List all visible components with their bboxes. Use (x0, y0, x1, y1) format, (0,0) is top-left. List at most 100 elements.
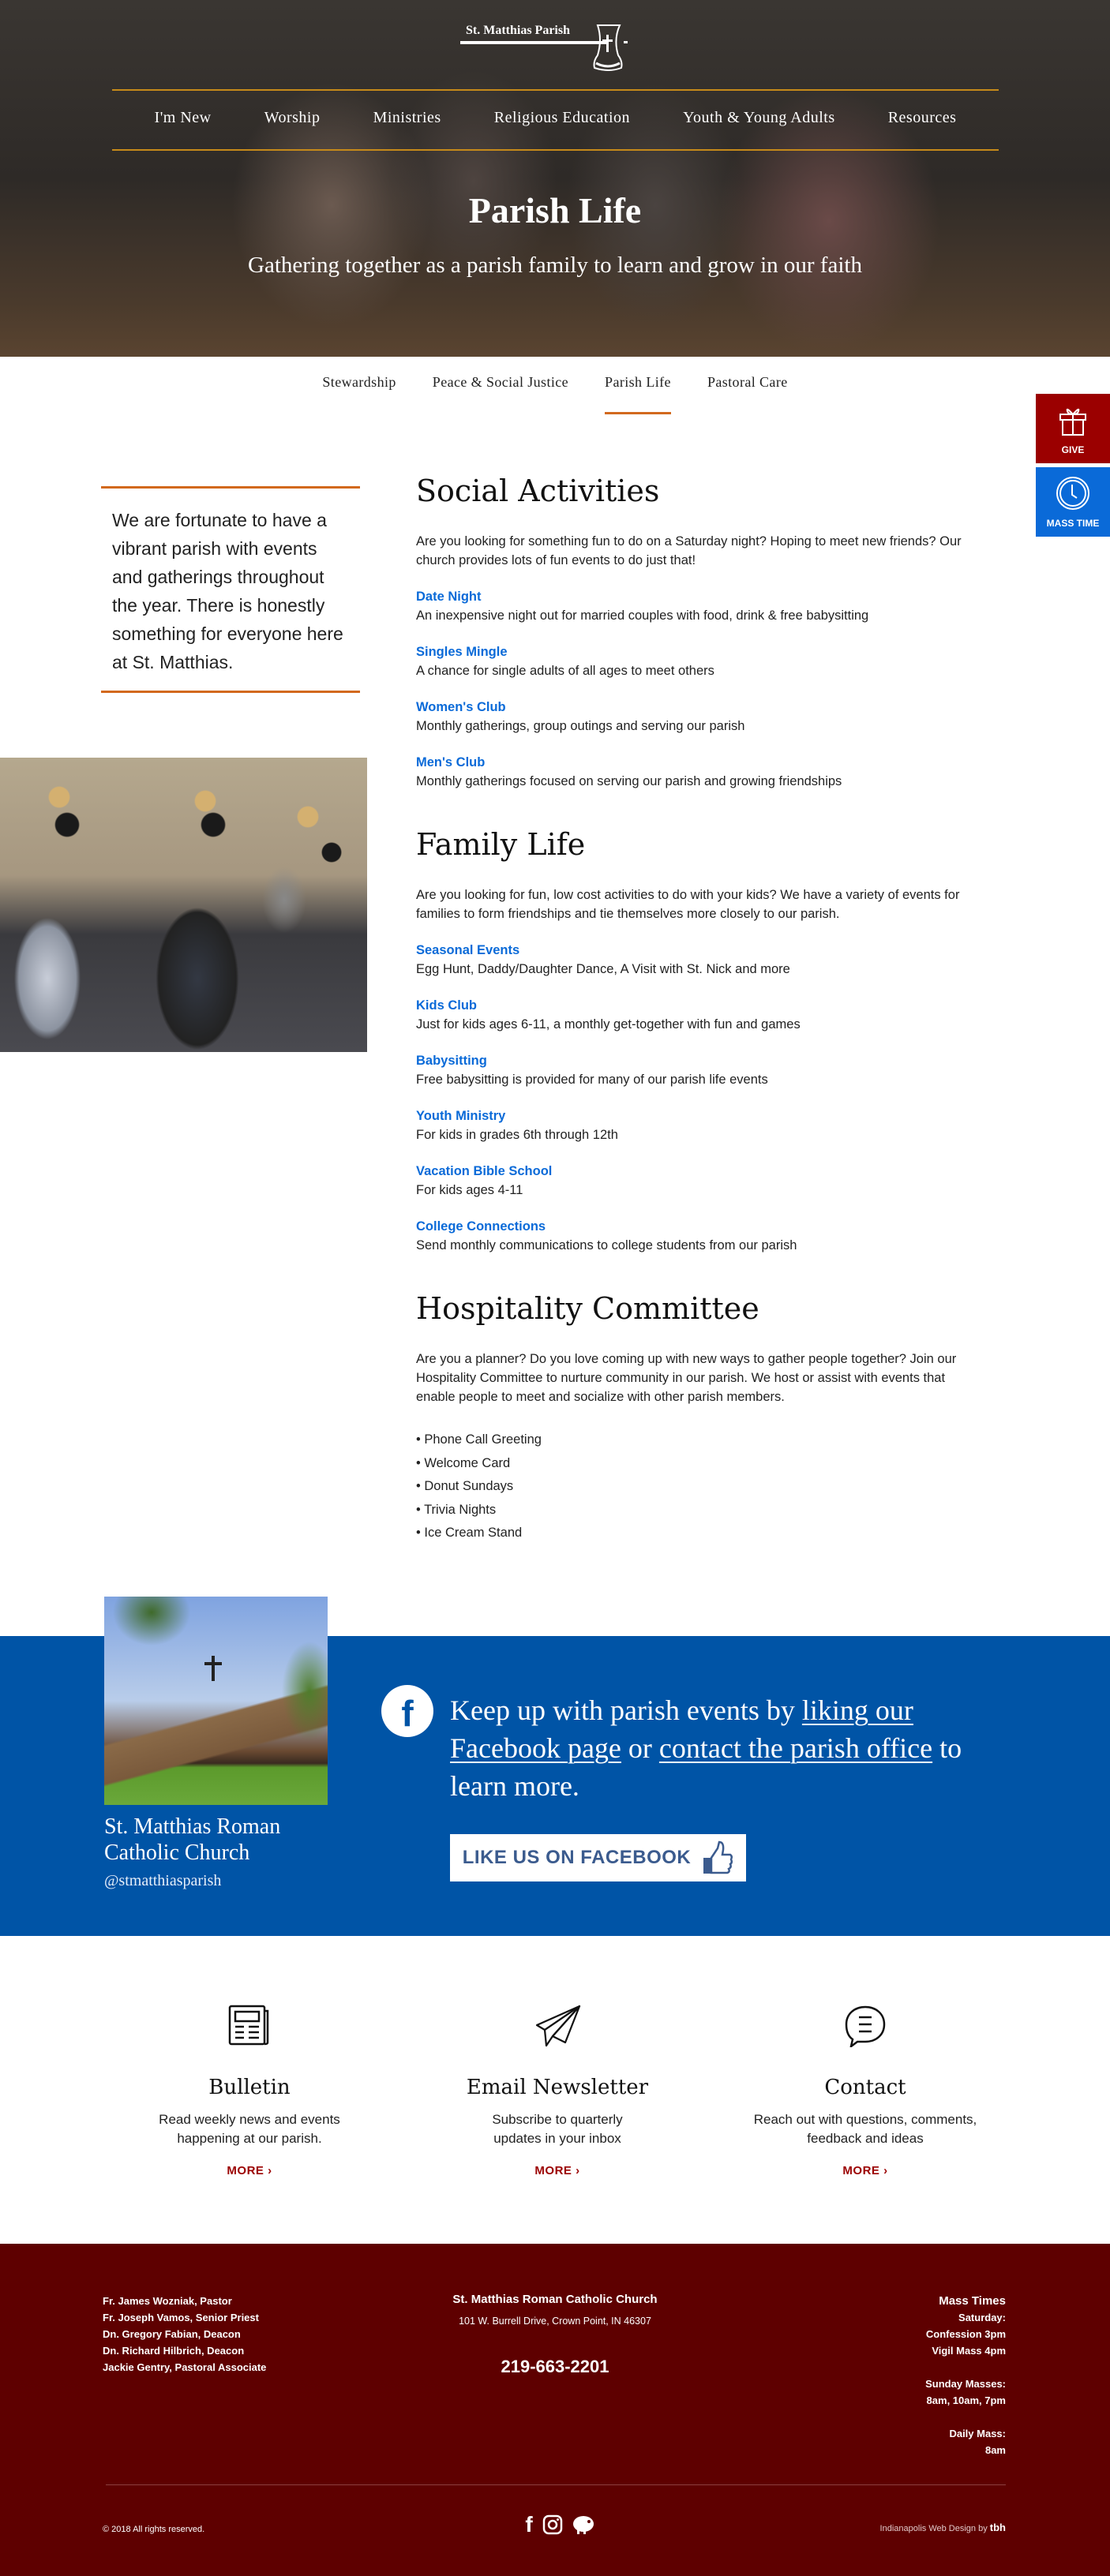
item-title[interactable]: Vacation Bible School (416, 1162, 984, 1181)
card-title: Email Newsletter (466, 2076, 649, 2099)
give-button[interactable]: GIVE (1036, 394, 1110, 463)
like-button-label: LIKE US ON FACEBOOK (462, 1847, 692, 1868)
footer-church-name: St. Matthias Roman Catholic Church (452, 2293, 658, 2306)
social-links: f (513, 2512, 608, 2537)
list-item: Seasonal Events Egg Hunt, Daddy/Daughter … (416, 941, 984, 979)
nav-religious-education[interactable]: Religious Education (494, 109, 630, 127)
mass-times: Mass Times Saturday: Confession 3pm Vigi… (925, 2293, 1006, 2458)
footer-address[interactable]: 101 W. Burrell Drive, Crown Point, IN 46… (397, 2316, 713, 2327)
facebook-cta-text: Keep up with parish events by liking our… (450, 1691, 1018, 1805)
item-title[interactable]: Singles Mingle (416, 642, 984, 661)
mass-line: Sunday Masses: (925, 2378, 1006, 2390)
like-us-on-facebook-button[interactable]: LIKE US ON FACEBOOK (450, 1834, 746, 1881)
footer-phone[interactable]: 219-663-2201 (397, 2357, 713, 2377)
copyright: © 2018 All rights reserved. (103, 2525, 205, 2534)
nav-bottom-line (112, 149, 999, 151)
staff-list: Fr. James Wozniak, Pastor Fr. Joseph Vam… (103, 2293, 266, 2376)
item-desc: Egg Hunt, Daddy/Daughter Dance, A Visit … (416, 962, 790, 976)
item-title[interactable]: Women's Club (416, 698, 984, 717)
card-desc: Subscribe to quarterly updates in your i… (492, 2112, 623, 2146)
instagram-icon[interactable] (542, 2514, 563, 2535)
nav-youth-young-adults[interactable]: Youth & Young Adults (683, 109, 835, 127)
subnav-parish-life[interactable]: Parish Life (605, 374, 671, 414)
church-cross (212, 1656, 215, 1681)
main-content: Social Activities Are you looking for so… (416, 474, 984, 1545)
flocknote-icon[interactable] (572, 2514, 596, 2535)
item-title[interactable]: Youth Ministry (416, 1106, 984, 1125)
subnav-stewardship[interactable]: Stewardship (322, 374, 396, 391)
item-title[interactable]: Kids Club (416, 996, 984, 1015)
facebook-icon: f (381, 1685, 433, 1737)
gift-icon (1059, 408, 1086, 436)
logo-shield-icon[interactable] (588, 24, 651, 73)
family-life-section: Family Life Are you looking for fun, low… (416, 827, 984, 1255)
contact-more-link[interactable]: MORE › (842, 2164, 887, 2177)
pull-quote: We are fortunate to have a vibrant paris… (101, 486, 360, 693)
item-title[interactable]: College Connections (416, 1217, 984, 1236)
logo-text[interactable]: St. Matthias Parish (466, 24, 570, 38)
thumbs-up-icon (703, 1840, 733, 1874)
footer-contact: St. Matthias Roman Catholic Church 101 W… (397, 2293, 713, 2377)
item-title[interactable]: Babysitting (416, 1051, 984, 1070)
main-nav: I'm New Worship Ministries Religious Edu… (112, 109, 999, 127)
subnav-peace-social-justice[interactable]: Peace & Social Justice (433, 374, 568, 391)
list-item: Vacation Bible School For kids ages 4-11 (416, 1162, 984, 1200)
email-newsletter-card: Email Newsletter Subscribe to quarterly … (403, 2005, 711, 2178)
list-item: Date Night An inexpensive night out for m… (416, 587, 984, 625)
item-title[interactable]: Men's Club (416, 753, 984, 772)
subnav-pastoral-care[interactable]: Pastoral Care (707, 374, 788, 391)
item-desc: An inexpensive night out for married cou… (416, 608, 869, 623)
page-title: Parish Life (468, 190, 642, 230)
newsletter-more-link[interactable]: MORE › (534, 2164, 579, 2177)
mass-line: Saturday: (958, 2312, 1006, 2323)
list-item: • Trivia Nights (416, 1502, 497, 1517)
newspaper-icon (228, 2005, 269, 2046)
clock-icon (1056, 477, 1089, 510)
footer-divider (106, 2484, 1006, 2485)
mass-time-button[interactable]: MASS TIME (1036, 467, 1110, 537)
church-name: St. Matthias Roman Catholic Church (104, 1814, 281, 1865)
item-desc: For kids in grades 6th through 12th (416, 1128, 618, 1142)
list-item: Babysitting Free babysitting is provided … (416, 1051, 984, 1089)
footer: Fr. James Wozniak, Pastor Fr. Joseph Vam… (0, 2244, 1110, 2576)
nav-resources[interactable]: Resources (888, 109, 957, 127)
contact-office-link[interactable]: contact the parish office (659, 1732, 932, 1764)
mass-line: Vigil Mass 4pm (932, 2345, 1006, 2357)
facebook-icon[interactable]: f (525, 2512, 532, 2537)
mass-times-title: Mass Times (939, 2294, 1006, 2308)
staff-member: Dn. Gregory Fabian, Deacon (103, 2328, 241, 2340)
list-item: Singles Mingle A chance for single adults… (416, 642, 984, 680)
nav-ministries[interactable]: Ministries (373, 109, 441, 127)
nav-top-line (112, 89, 999, 91)
list-item: Kids Club Just for kids ages 6-11, a mont… (416, 996, 984, 1034)
sub-nav: Stewardship Peace & Social Justice Paris… (0, 374, 1110, 414)
credit-logo: tbh (989, 2522, 1006, 2533)
chat-bubble-icon (845, 2005, 886, 2047)
card-desc: Reach out with questions, comments, feed… (753, 2112, 977, 2146)
list-item: • Welcome Card (416, 1455, 511, 1470)
cta-text: or (621, 1732, 659, 1764)
design-credit[interactable]: Indianapolis Web Design by tbh (880, 2522, 1006, 2533)
hospitality-list: • Phone Call Greeting • Welcome Card • D… (416, 1428, 984, 1545)
section-title: Hospitality Committee (416, 1291, 759, 1326)
contact-card: Contact Reach out with questions, commen… (711, 2005, 1019, 2178)
credit-text: Indianapolis Web Design by (879, 2524, 988, 2533)
item-title[interactable]: Seasonal Events (416, 941, 984, 960)
church-photo (104, 1597, 328, 1805)
list-item: Men's Club Monthly gatherings focused on … (416, 753, 984, 791)
hero-banner (0, 0, 1110, 357)
bulletin-more-link[interactable]: MORE › (227, 2164, 272, 2177)
mass-line: 8am (984, 2444, 1006, 2456)
item-title[interactable]: Date Night (416, 587, 984, 606)
hospitality-section: Hospitality Committee Are you a planner?… (416, 1291, 984, 1545)
staff-member: Dn. Richard Hilbrich, Deacon (103, 2345, 245, 2357)
nav-im-new[interactable]: I'm New (155, 109, 212, 127)
nav-worship[interactable]: Worship (264, 109, 321, 127)
list-item: Women's Club Monthly gatherings, group ou… (416, 698, 984, 736)
facebook-handle[interactable]: @stmatthiasparish (104, 1872, 221, 1890)
church-cross-bar (204, 1662, 222, 1665)
section-intro: Are you looking for fun, low cost activi… (416, 888, 960, 921)
item-desc: Free babysitting is provided for many of… (416, 1073, 768, 1087)
page-subtitle: Gathering together as a parish family to… (248, 253, 862, 278)
mass-line: Daily Mass: (949, 2428, 1006, 2439)
